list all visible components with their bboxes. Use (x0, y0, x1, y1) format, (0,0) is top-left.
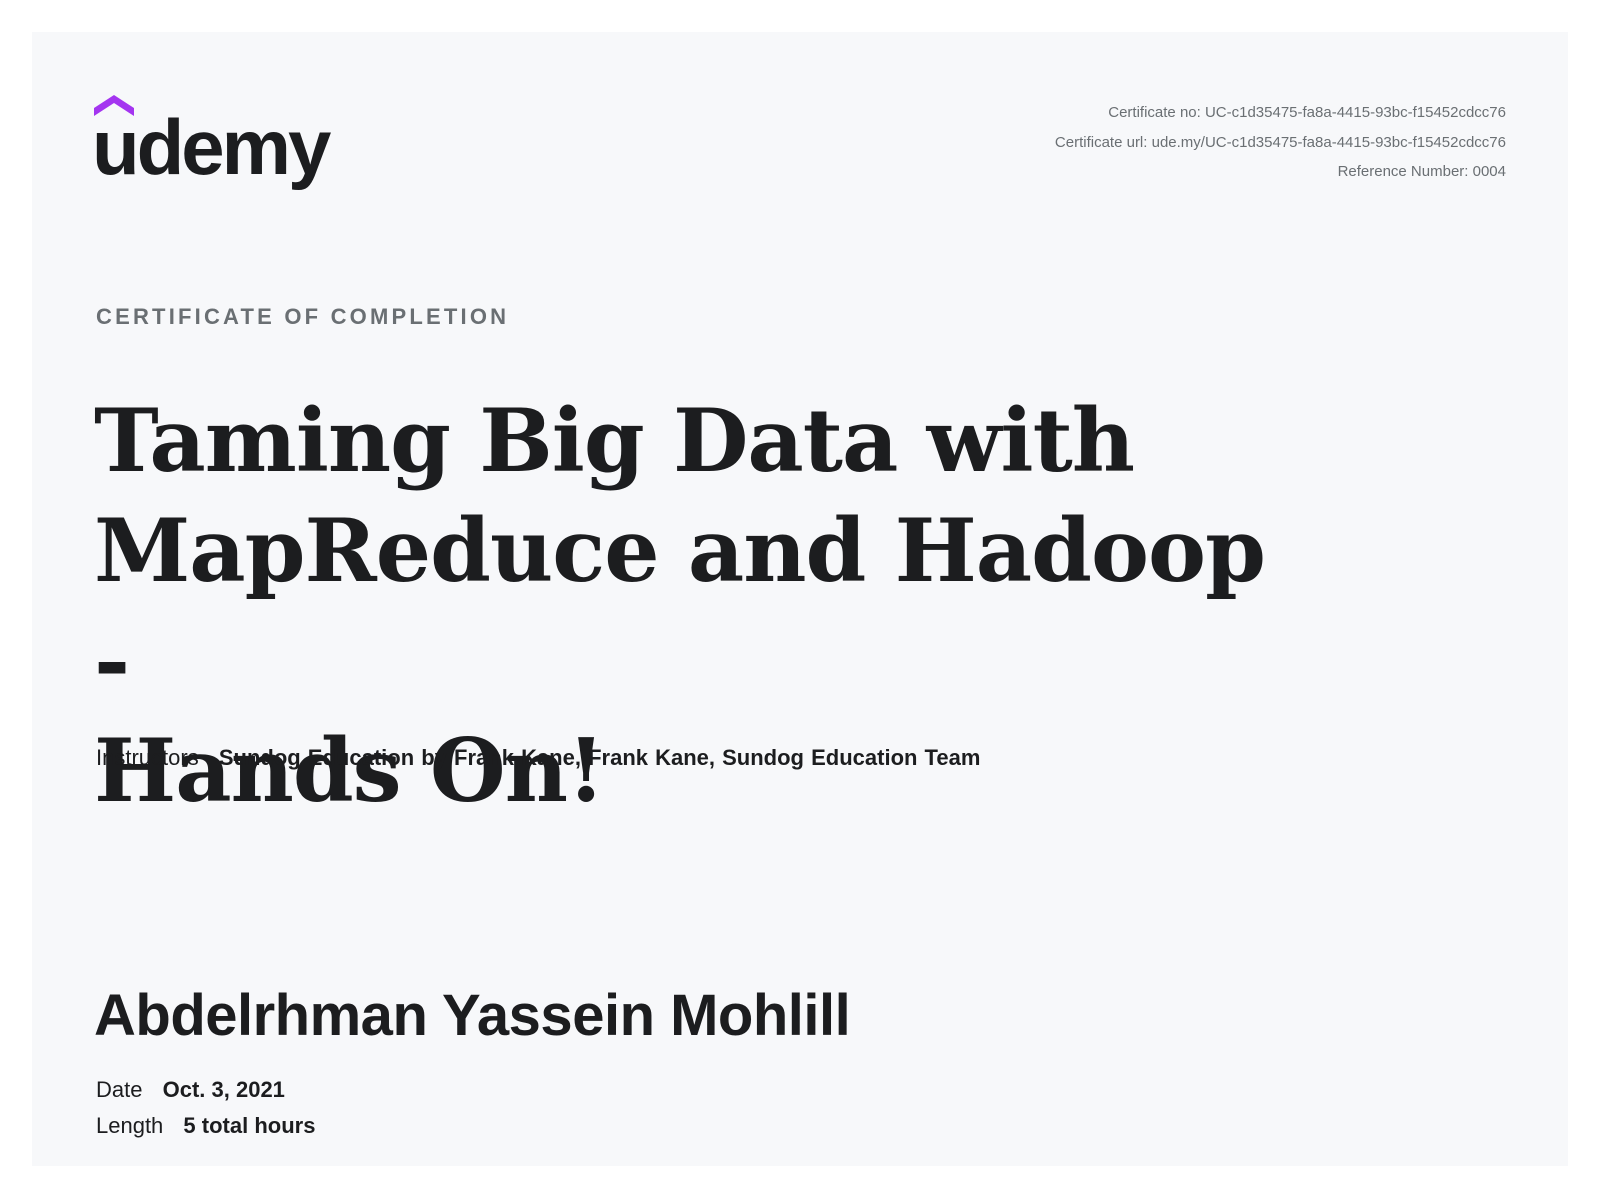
logo-text: udemy (94, 103, 331, 191)
course-title-line: Taming Big Data with (94, 389, 1135, 492)
instructors-label: Instructors (96, 745, 199, 770)
length-label: Length (96, 1113, 164, 1138)
certificate-url[interactable]: Certificate url: ude.my/UC-c1d35475-fa8a… (1055, 128, 1506, 158)
date-row: Date Oct. 3, 2021 (96, 1077, 285, 1103)
reference-number: Reference Number: 0004 (1337, 163, 1506, 180)
date-label: Date (96, 1077, 143, 1102)
instructors-names: Sundog Education by Frank Kane, Frank Ka… (218, 745, 981, 770)
certificate-card: udemy Certificate no: UC-c1d35475-fa8a-4… (32, 32, 1568, 1166)
certificate-meta: Certificate no: UC-c1d35475-fa8a-4415-93… (1055, 98, 1506, 187)
certificate-kicker: CERTIFICATE OF COMPLETION (96, 304, 510, 329)
udemy-logo: udemy (94, 94, 356, 194)
length-value: 5 total hours (183, 1113, 316, 1138)
recipient-name: Abdelrhman Yassein Mohlill (94, 983, 851, 1048)
date-value: Oct. 3, 2021 (162, 1077, 285, 1102)
length-row: Length 5 total hours (96, 1113, 315, 1139)
certificate-number: Certificate no: UC-c1d35475-fa8a-4415-93… (1108, 104, 1506, 121)
instructors-row: Instructors Sundog Education by Frank Ka… (96, 745, 980, 771)
course-title-line: MapReduce and Hadoop - (94, 499, 1266, 712)
